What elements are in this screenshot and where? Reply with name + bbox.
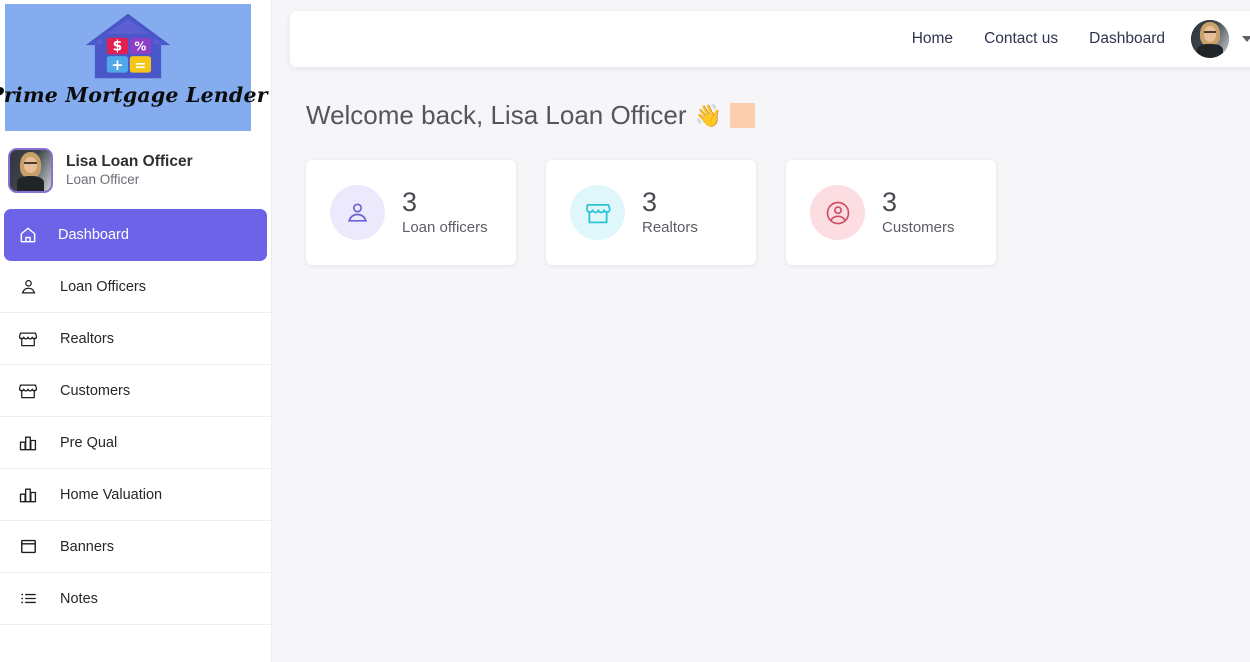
- svg-text:=: =: [135, 58, 147, 74]
- top-nav-links: Home Contact us Dashboard: [912, 30, 1165, 48]
- main-content: Home Contact us Dashboard Welcome back, …: [272, 0, 1250, 662]
- avatar: [8, 148, 53, 193]
- chevron-down-icon[interactable]: [1242, 36, 1250, 42]
- sidebar-item-label: Notes: [60, 590, 98, 607]
- dashboard-page: $ % + = Prime Mortgage Lender Lisa Loan …: [0, 0, 1250, 662]
- sidebar-item-label: Dashboard: [58, 227, 129, 243]
- skin-tone-glyph: [729, 103, 755, 128]
- sidebar-nav: Dashboard Loan Officers Realtors Custome…: [0, 209, 271, 625]
- brand-name: Prime Mortgage Lender: [0, 83, 268, 107]
- welcome-text: Welcome back, Lisa Loan Officer: [306, 100, 687, 130]
- stat-count: 3: [642, 187, 658, 218]
- sidebar-item-banners[interactable]: Banners: [0, 521, 271, 573]
- sidebar-item-label: Loan Officers: [60, 278, 146, 295]
- sidebar-item-pre-qual[interactable]: Pre Qual: [0, 417, 271, 469]
- bar-chart-icon: [18, 485, 38, 505]
- stat-card-customers[interactable]: 3 Customers: [786, 160, 996, 265]
- sidebar-profile[interactable]: Lisa Loan Officer Loan Officer: [0, 131, 271, 205]
- profile-name: Lisa Loan Officer: [66, 153, 193, 171]
- avatar[interactable]: [1191, 20, 1229, 58]
- person-icon: [18, 277, 38, 297]
- stat-card-realtors[interactable]: 3 Realtors: [546, 160, 756, 265]
- sidebar-item-notes[interactable]: Notes: [0, 573, 271, 625]
- sidebar-item-label: Home Valuation: [60, 486, 163, 503]
- account-circle-icon: [810, 185, 865, 240]
- page-title: Welcome back, Lisa Loan Officer 👋: [306, 100, 755, 131]
- sidebar-item-home-valuation[interactable]: Home Valuation: [0, 469, 271, 521]
- home-icon: [18, 225, 38, 245]
- sidebar-item-label: Pre Qual: [60, 434, 118, 451]
- stat-cards: 3 Loan officers 3 Realtors 3 Customers: [306, 160, 996, 265]
- stat-card-loan-officers[interactable]: 3 Loan officers: [306, 160, 516, 265]
- sidebar-item-realtors[interactable]: Realtors: [0, 313, 271, 365]
- sidebar: $ % + = Prime Mortgage Lender Lisa Loan …: [0, 0, 272, 662]
- sidebar-item-label: Banners: [60, 538, 115, 555]
- window-icon: [18, 537, 38, 557]
- sidebar-item-loan-officers[interactable]: Loan Officers: [0, 261, 271, 313]
- svg-text:+: +: [111, 57, 123, 74]
- list-icon: [18, 589, 38, 609]
- storefront-icon: [18, 329, 38, 349]
- waving-hand-icon: 👋: [694, 102, 722, 128]
- nav-link-home[interactable]: Home: [912, 30, 953, 48]
- house-calculator-logo-icon: $ % + =: [85, 13, 171, 79]
- stat-label: Realtors: [642, 219, 698, 237]
- person-icon: [330, 185, 385, 240]
- stat-count: 3: [402, 187, 418, 218]
- brand-logo[interactable]: $ % + = Prime Mortgage Lender: [0, 4, 268, 131]
- top-navbar: Home Contact us Dashboard: [290, 11, 1250, 67]
- sidebar-item-label: Customers: [60, 382, 131, 399]
- sidebar-item-label: Realtors: [60, 330, 114, 347]
- stat-label: Customers: [882, 219, 955, 237]
- sidebar-item-dashboard[interactable]: Dashboard: [4, 209, 267, 261]
- svg-text:%: %: [134, 40, 146, 54]
- storefront-icon: [570, 185, 625, 240]
- bar-chart-icon: [18, 433, 38, 453]
- sidebar-item-customers[interactable]: Customers: [0, 365, 271, 417]
- nav-link-dashboard[interactable]: Dashboard: [1089, 30, 1165, 48]
- nav-link-contact-us[interactable]: Contact us: [984, 30, 1058, 48]
- profile-role: Loan Officer: [66, 172, 140, 188]
- storefront-icon: [18, 381, 38, 401]
- svg-text:$: $: [113, 39, 123, 55]
- stat-label: Loan officers: [402, 219, 488, 237]
- stat-count: 3: [882, 187, 898, 218]
